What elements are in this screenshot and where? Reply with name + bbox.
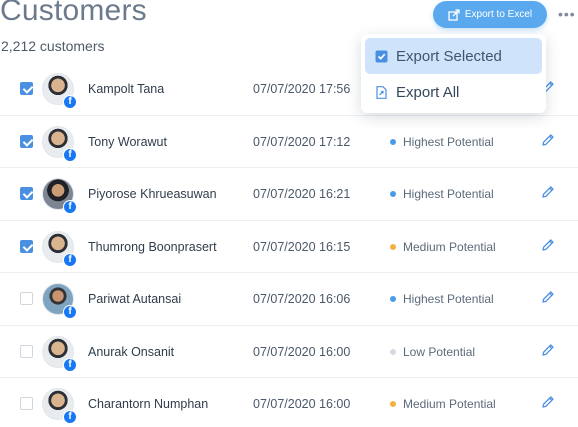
more-options-icon[interactable]: ••• (558, 6, 576, 22)
customer-date: 07/07/2020 16:00 (253, 344, 351, 359)
export-to-excel-button[interactable]: Export to Excel (433, 1, 547, 28)
facebook-icon: f (63, 95, 77, 109)
potential-status: Low Potential (390, 345, 475, 359)
facebook-icon: f (63, 305, 77, 319)
customer-date: 07/07/2020 16:15 (253, 239, 351, 254)
export-all-label: Export All (396, 83, 460, 101)
customer-count: 2,212 customers (1, 38, 105, 54)
table-row[interactable]: f Anurak Onsanit 07/07/2020 16:00 Low Po… (0, 326, 578, 378)
checkbox-icon (375, 50, 388, 62)
customer-date: 07/07/2020 17:56 (253, 82, 351, 96)
status-dot (390, 401, 396, 407)
pencil-icon[interactable] (540, 342, 556, 358)
facebook-icon: f (63, 410, 77, 424)
table-row[interactable]: f Charantorn Numphan 07/07/2020 16:00 Me… (0, 378, 578, 427)
facebook-icon: f (63, 252, 77, 267)
customer-date: 07/07/2020 16:21 (253, 187, 351, 201)
facebook-icon: f (63, 147, 77, 162)
customer-name[interactable]: Charantorn Numphan (88, 397, 208, 411)
export-icon (448, 8, 460, 21)
row-checkbox[interactable] (20, 292, 33, 305)
status-dot (390, 191, 396, 197)
customer-date: 07/07/2020 17:12 (253, 134, 351, 149)
customer-name[interactable]: Anurak Onsanit (88, 345, 174, 359)
export-all-option[interactable]: Export All (365, 74, 542, 110)
customer-list: f Kampolt Tana 07/07/2020 17:56 Highest … (0, 63, 578, 427)
potential-label: Highest Potential (403, 292, 494, 306)
customer-name[interactable]: Piyorose Khrueasuwan (88, 187, 217, 201)
customer-name[interactable]: Thumrong Boonprasert (88, 240, 217, 254)
export-to-excel-label: Export to Excel (464, 9, 533, 20)
status-dot (390, 296, 396, 302)
pencil-icon[interactable] (540, 394, 556, 410)
status-dot (390, 138, 396, 145)
potential-label: Medium Potential (403, 397, 496, 411)
row-checkbox[interactable] (20, 239, 33, 253)
customer-date: 07/07/2020 16:00 (253, 397, 351, 411)
potential-status: Highest Potential (390, 135, 494, 149)
customer-date: 07/07/2020 16:06 (253, 292, 351, 306)
row-checkbox[interactable] (20, 397, 33, 410)
row-checkbox[interactable] (20, 134, 33, 148)
pencil-icon[interactable] (540, 237, 556, 253)
status-dot (390, 348, 396, 355)
facebook-icon: f (63, 200, 77, 214)
table-row[interactable]: f Pariwat Autansai 07/07/2020 16:06 High… (0, 273, 578, 326)
pencil-icon[interactable] (540, 289, 556, 305)
customer-name[interactable]: Kampolt Tana (88, 82, 164, 96)
potential-status: Highest Potential (390, 292, 494, 306)
pencil-icon[interactable] (540, 184, 556, 200)
facebook-icon: f (63, 357, 77, 372)
row-checkbox[interactable] (20, 187, 33, 200)
export-selected-option[interactable]: Export Selected (365, 38, 542, 74)
potential-label: Highest Potential (403, 134, 494, 149)
table-row[interactable]: f Tony Worawut 07/07/2020 17:12 Highest … (0, 116, 578, 168)
customer-name[interactable]: Pariwat Autansai (88, 292, 181, 306)
export-selected-label: Export Selected (396, 47, 502, 65)
file-export-icon (376, 85, 387, 99)
customer-name[interactable]: Tony Worawut (88, 135, 167, 149)
status-dot (390, 243, 396, 250)
page-title: Customers (0, 0, 147, 27)
row-checkbox[interactable] (20, 344, 33, 358)
table-row[interactable]: f Piyorose Khrueasuwan 07/07/2020 16:21 … (0, 168, 578, 221)
pencil-icon[interactable] (540, 132, 556, 148)
potential-label: Highest Potential (403, 187, 494, 201)
potential-status: Medium Potential (390, 397, 496, 411)
row-checkbox[interactable] (20, 82, 33, 95)
potential-status: Highest Potential (390, 187, 494, 201)
potential-label: Low Potential (403, 344, 476, 359)
potential-label: Medium Potential (403, 239, 496, 254)
table-row[interactable]: f Thumrong Boonprasert 07/07/2020 16:15 … (0, 221, 578, 273)
potential-status: Medium Potential (390, 240, 496, 254)
export-dropdown-menu: Export Selected Export All (361, 34, 546, 113)
